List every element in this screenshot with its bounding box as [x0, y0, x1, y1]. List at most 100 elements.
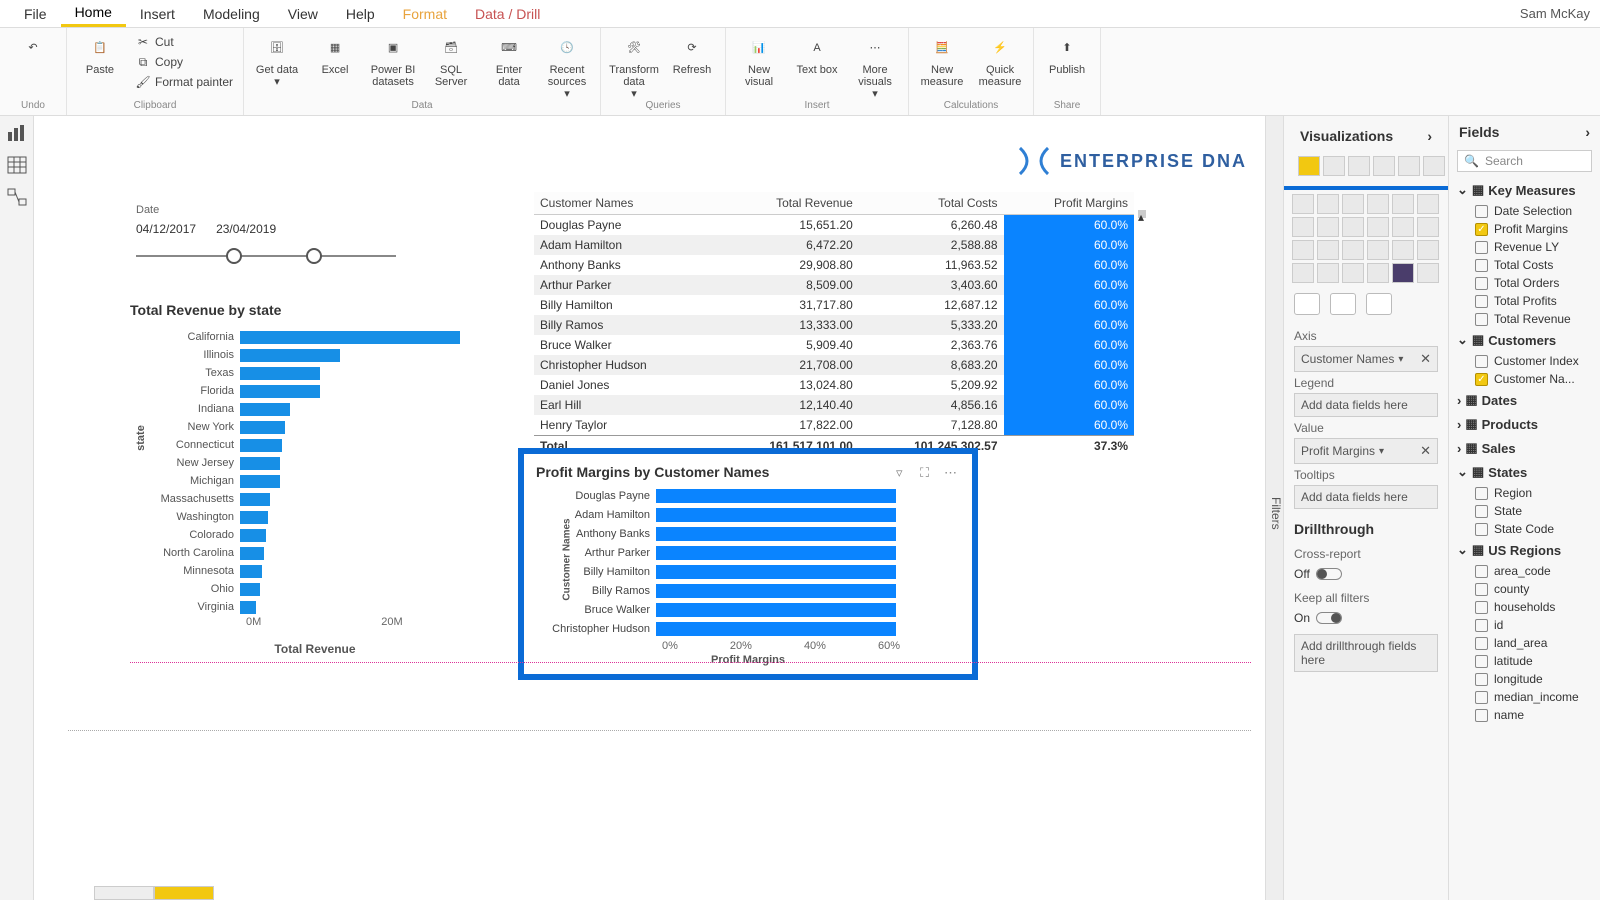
viz-type-icon[interactable] [1417, 194, 1439, 214]
viz-type-icon[interactable] [1367, 263, 1389, 283]
table-row[interactable]: Douglas Payne15,651.206,260.4860.0% [534, 215, 1134, 236]
cross-report-toggle[interactable]: Off [1284, 565, 1448, 583]
bar-row[interactable]: Virginia [130, 598, 500, 616]
field-item[interactable]: ✓Profit Margins [1455, 220, 1594, 238]
quick-measure-button[interactable]: ⚡Quick measure [975, 30, 1025, 88]
filters-pane-collapsed[interactable]: Filters [1266, 116, 1284, 900]
field-item[interactable]: name [1455, 706, 1594, 724]
table-row[interactable]: Billy Ramos13,333.005,333.2060.0% [534, 315, 1134, 335]
remove-icon[interactable]: ✕ [1420, 443, 1431, 459]
table-row[interactable]: Henry Taylor17,822.007,128.8060.0% [534, 415, 1134, 436]
viz-type-icon[interactable] [1392, 217, 1414, 237]
get-data-button[interactable]: 🗄Get data▾ [252, 30, 302, 88]
table-row[interactable]: Anthony Banks29,908.8011,963.5260.0% [534, 255, 1134, 275]
bar-row[interactable]: Washington [130, 508, 500, 526]
model-view-icon[interactable] [7, 188, 27, 206]
field-item[interactable]: State [1455, 502, 1594, 520]
col-header[interactable]: Profit Margins [1004, 192, 1134, 215]
bar-row[interactable]: Arthur Parker [536, 543, 960, 562]
table-row[interactable]: Adam Hamilton6,472.202,588.8860.0% [534, 235, 1134, 255]
col-header[interactable]: Total Revenue [714, 192, 859, 215]
viz-type-icon[interactable] [1317, 240, 1339, 260]
menu-insert[interactable]: Insert [126, 2, 189, 26]
bar-row[interactable]: Christopher Hudson [536, 619, 960, 638]
field-item[interactable]: State Code [1455, 520, 1594, 538]
table-row[interactable]: Christopher Hudson21,708.008,683.2060.0% [534, 355, 1134, 375]
menu-home[interactable]: Home [61, 0, 126, 27]
field-item[interactable]: Total Costs [1455, 256, 1594, 274]
viz-type-icon[interactable] [1292, 240, 1314, 260]
checkbox-icon[interactable] [1475, 583, 1488, 596]
drillthrough-well[interactable]: Add drillthrough fields here [1294, 634, 1438, 672]
viz-type-icon[interactable] [1292, 263, 1314, 283]
viz-type-icon[interactable] [1367, 194, 1389, 214]
fields-search[interactable]: 🔍Search [1457, 150, 1592, 172]
viz-type-icon[interactable] [1398, 156, 1420, 176]
table-header[interactable]: ⌄▦Key Measures [1455, 178, 1594, 202]
slider-handle-start[interactable] [226, 248, 242, 264]
bar-row[interactable]: Douglas Payne [536, 486, 960, 505]
report-view-icon[interactable] [7, 124, 27, 142]
checkbox-icon[interactable] [1475, 505, 1488, 518]
checkbox-icon[interactable] [1475, 673, 1488, 686]
paste-button[interactable]: 📋Paste [75, 30, 125, 76]
field-item[interactable]: latitude [1455, 652, 1594, 670]
format-painter-button[interactable]: 🖌Format painter [133, 74, 235, 92]
bar-row[interactable]: New York [130, 418, 500, 436]
bar-row[interactable]: Anthony Banks [536, 524, 960, 543]
fields-tab-icon[interactable] [1294, 293, 1320, 315]
checkbox-icon[interactable] [1475, 691, 1488, 704]
remove-icon[interactable]: ✕ [1420, 351, 1431, 367]
viz-type-icon[interactable] [1367, 240, 1389, 260]
field-item[interactable]: Customer Index [1455, 352, 1594, 370]
bar-row[interactable]: Texas [130, 364, 500, 382]
more-options-icon[interactable]: ⋯ [944, 465, 960, 479]
chart-profit-margins[interactable]: Profit Margins by Customer Names ▿ ⛶ ⋯ C… [518, 448, 978, 680]
bar-row[interactable]: Billy Ramos [536, 581, 960, 600]
checkbox-icon[interactable] [1475, 565, 1488, 578]
format-tab-icon[interactable] [1330, 293, 1356, 315]
refresh-button[interactable]: ⟳Refresh [667, 30, 717, 76]
bar-row[interactable]: Florida [130, 382, 500, 400]
legend-well[interactable]: Add data fields here [1294, 393, 1438, 417]
bar-row[interactable]: Connecticut [130, 436, 500, 454]
checkbox-icon[interactable] [1475, 313, 1488, 326]
focus-mode-icon[interactable]: ⛶ [920, 465, 936, 479]
bar-row[interactable]: California [130, 328, 500, 346]
col-header[interactable]: Total Costs [859, 192, 1004, 215]
page-tab[interactable] [94, 886, 154, 900]
checkbox-icon[interactable] [1475, 295, 1488, 308]
filter-icon[interactable]: ▿ [896, 465, 912, 479]
field-item[interactable]: households [1455, 598, 1594, 616]
date-end[interactable]: 23/04/2019 [216, 222, 276, 236]
checkbox-icon[interactable] [1475, 637, 1488, 650]
viz-type-icon[interactable] [1342, 240, 1364, 260]
viz-type-icon[interactable] [1292, 217, 1314, 237]
pbi-datasets-button[interactable]: ▣Power BI datasets [368, 30, 418, 88]
menu-file[interactable]: File [10, 2, 61, 26]
viz-type-icon[interactable] [1367, 217, 1389, 237]
viz-type-icon[interactable] [1417, 240, 1439, 260]
bar-row[interactable]: Michigan [130, 472, 500, 490]
checkbox-icon[interactable]: ✓ [1475, 223, 1488, 236]
table-header[interactable]: ›▦Sales [1455, 436, 1594, 460]
customer-table[interactable]: Customer NamesTotal RevenueTotal CostsPr… [534, 192, 1134, 456]
viz-type-icon[interactable] [1317, 194, 1339, 214]
date-start[interactable]: 04/12/2017 [136, 222, 196, 236]
checkbox-icon[interactable] [1475, 601, 1488, 614]
col-header[interactable]: Customer Names [534, 192, 714, 215]
menu-modeling[interactable]: Modeling [189, 2, 274, 26]
checkbox-icon[interactable] [1475, 241, 1488, 254]
field-item[interactable]: Total Profits [1455, 292, 1594, 310]
checkbox-icon[interactable] [1475, 277, 1488, 290]
chevron-right-icon[interactable]: › [1427, 128, 1432, 144]
bar-row[interactable]: Minnesota [130, 562, 500, 580]
analytics-tab-icon[interactable] [1366, 293, 1392, 315]
date-slicer[interactable]: Date 04/12/2017 23/04/2019 [136, 204, 396, 266]
more-visuals-button[interactable]: ⋯More visuals▾ [850, 30, 900, 100]
bar-row[interactable]: Adam Hamilton [536, 505, 960, 524]
viz-type-icon[interactable] [1417, 263, 1439, 283]
field-item[interactable]: ✓Customer Na... [1455, 370, 1594, 388]
viz-type-icon[interactable] [1392, 263, 1414, 283]
checkbox-icon[interactable]: ✓ [1475, 373, 1488, 386]
